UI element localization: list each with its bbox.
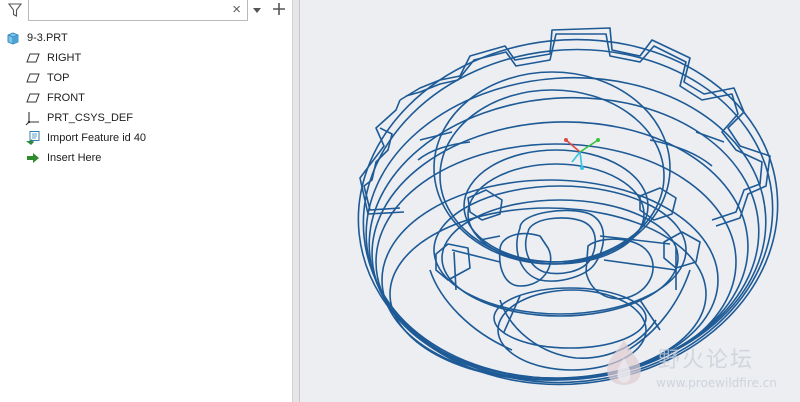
- watermark-url: www.proewildfire.cn: [656, 376, 777, 390]
- watermark-text: 野火论坛: [658, 348, 755, 373]
- tree-item-front[interactable]: FRONT: [25, 88, 85, 108]
- tree-item-prt-csys-def[interactable]: PRT_CSYS_DEF: [25, 108, 133, 128]
- watermark-logo-icon: [607, 340, 641, 385]
- tree-root-item[interactable]: 9-3.PRT: [5, 28, 68, 48]
- tree-filter-bar: ×: [0, 0, 292, 22]
- watermark: 野火论坛 www.proewildfire.cn: [594, 334, 800, 402]
- tree-item-top[interactable]: TOP: [25, 68, 69, 88]
- tree-item-import-feature[interactable]: Import Feature id 40: [25, 128, 146, 148]
- datum-plane-icon: [25, 70, 41, 86]
- add-icon[interactable]: [272, 1, 286, 17]
- insert-arrow-icon: [25, 150, 41, 166]
- chevron-down-icon[interactable]: [252, 3, 262, 17]
- tree-item-label: TOP: [47, 72, 70, 84]
- coordinate-system-icon: [25, 110, 41, 126]
- clear-icon[interactable]: ×: [232, 2, 241, 18]
- tree-item-insert-here[interactable]: Insert Here: [25, 148, 101, 168]
- tree-item-right[interactable]: RIGHT: [25, 48, 81, 68]
- panel-splitter[interactable]: [292, 0, 300, 402]
- filter-icon[interactable]: [7, 2, 23, 18]
- graphics-viewport[interactable]: 野火论坛 www.proewildfire.cn: [300, 0, 800, 402]
- tree-item-label: RIGHT: [47, 52, 82, 64]
- tree-item-label: FRONT: [47, 92, 85, 104]
- datum-plane-icon: [25, 90, 41, 106]
- tree-item-label: 9-3.PRT: [27, 32, 68, 44]
- import-feature-icon: [25, 130, 41, 146]
- tree-search-input[interactable]: [31, 1, 227, 19]
- tree-item-label: Insert Here: [47, 152, 102, 164]
- tree-item-label: Import Feature id 40: [47, 132, 147, 144]
- model-tree-panel: × 9-3.PRT RIGHT TOP FRONT PRT_CSYS_DEF I…: [0, 0, 292, 402]
- part-cube-icon: [5, 30, 21, 46]
- tree-item-label: PRT_CSYS_DEF: [47, 112, 133, 124]
- datum-plane-icon: [25, 50, 41, 66]
- tree-search-box[interactable]: ×: [28, 0, 248, 21]
